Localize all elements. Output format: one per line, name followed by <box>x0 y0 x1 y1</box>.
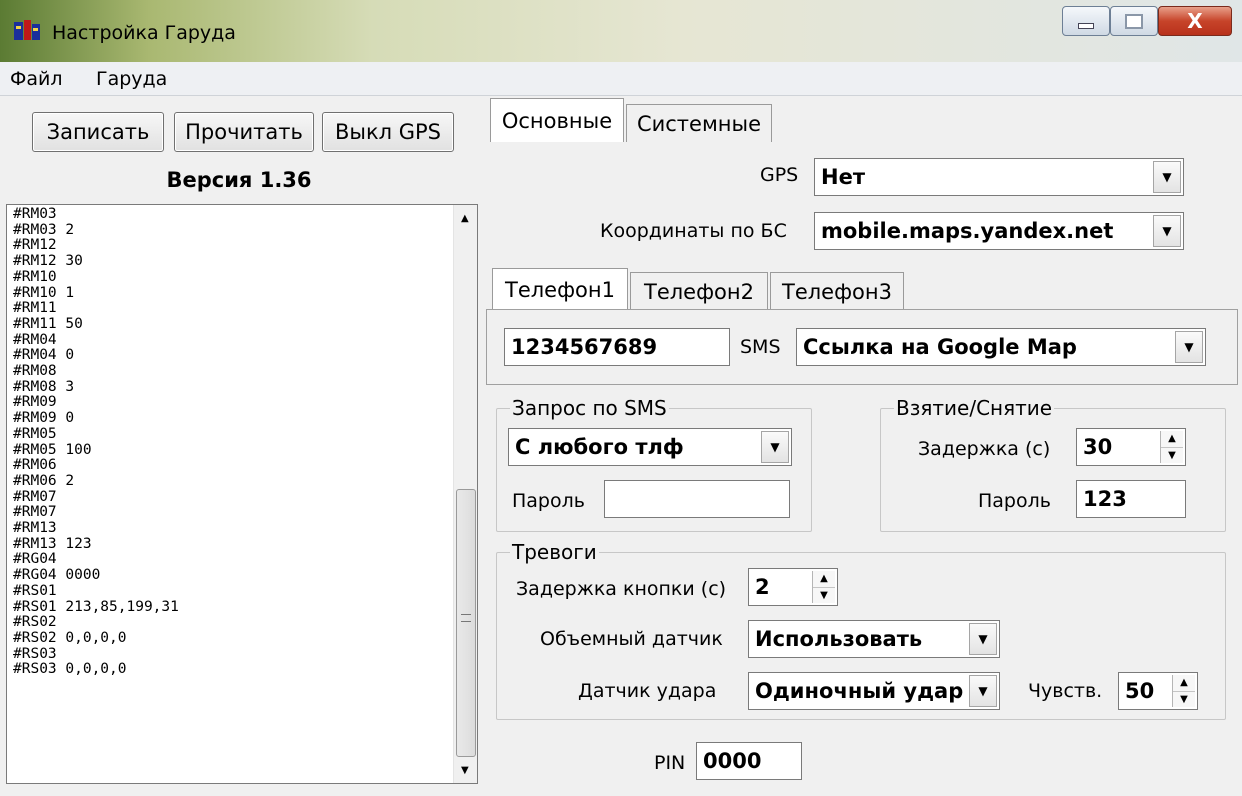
arm-delay-label: Задержка (с) <box>918 438 1051 460</box>
sms-value: Ссылка на Google Map <box>803 335 1077 359</box>
tab-main[interactable]: Основные <box>490 98 624 142</box>
arm-legend: Взятие/Снятие <box>894 396 1055 420</box>
alarms-legend: Тревоги <box>510 540 599 564</box>
tab-phone1[interactable]: Телефон1 <box>492 268 628 310</box>
phone-number-input[interactable]: 1234567689 <box>504 328 730 366</box>
scroll-up-icon[interactable]: ▲ <box>461 213 469 224</box>
sms-request-value: С любого тлф <box>515 435 684 459</box>
arm-password-label: Пароль <box>978 490 1051 512</box>
spinner-arrows[interactable]: ▲ ▼ <box>1160 431 1183 463</box>
chevron-down-icon[interactable]: ▼ <box>1153 215 1181 247</box>
chevron-down-icon[interactable]: ▼ <box>969 623 997 655</box>
sms-label: SMS <box>740 336 781 358</box>
tab-phone2[interactable]: Телефон2 <box>630 272 768 310</box>
gps-value: Нет <box>821 165 865 189</box>
chevron-down-icon[interactable]: ▼ <box>761 431 789 463</box>
sensitivity-spinner[interactable]: 50 ▲ ▼ <box>1118 672 1198 710</box>
shock-sensor-label: Датчик удара <box>578 680 717 702</box>
bs-coords-value: mobile.maps.yandex.net <box>821 219 1114 243</box>
close-icon: X <box>1187 9 1203 33</box>
close-button[interactable]: X <box>1158 6 1232 36</box>
window-title: Настройка Гаруда <box>52 22 236 44</box>
volume-sensor-label: Объемный датчик <box>540 628 723 650</box>
sms-password-input[interactable] <box>604 480 790 518</box>
spin-up-icon[interactable]: ▲ <box>1161 431 1183 448</box>
sensitivity-value: 50 <box>1125 679 1155 703</box>
shock-sensor-value: Одиночный удар <box>755 679 964 703</box>
chevron-down-icon[interactable]: ▼ <box>1153 161 1181 193</box>
write-button[interactable]: Записать <box>32 112 164 152</box>
arm-delay-spinner[interactable]: 30 ▲ ▼ <box>1076 428 1186 466</box>
spin-up-icon[interactable]: ▲ <box>813 571 835 588</box>
chevron-down-icon[interactable]: ▼ <box>969 675 997 707</box>
arm-delay-value: 30 <box>1083 435 1113 459</box>
sms-select[interactable]: Ссылка на Google Map ▼ <box>796 328 1206 366</box>
button-delay-spinner[interactable]: 2 ▲ ▼ <box>748 568 838 606</box>
gps-label: GPS <box>760 164 799 186</box>
read-button[interactable]: Прочитать <box>174 112 314 152</box>
button-delay-value: 2 <box>755 575 770 599</box>
app-icon <box>14 20 40 42</box>
spin-up-icon[interactable]: ▲ <box>1173 675 1195 692</box>
spinner-arrows[interactable]: ▲ ▼ <box>812 571 835 603</box>
tab-phone3[interactable]: Телефон3 <box>770 272 904 310</box>
menu-bar <box>0 62 1242 96</box>
scroll-thumb[interactable] <box>456 489 476 757</box>
bs-coords-select[interactable]: mobile.maps.yandex.net ▼ <box>814 212 1184 250</box>
maximize-button[interactable] <box>1110 6 1158 36</box>
sms-request-legend: Запрос по SMS <box>510 396 669 420</box>
pin-input[interactable]: 0000 <box>696 742 802 780</box>
scroll-down-icon[interactable]: ▼ <box>461 765 469 776</box>
maximize-icon <box>1125 13 1143 29</box>
sms-request-select[interactable]: С любого тлф ▼ <box>508 428 792 466</box>
version-label: Версия 1.36 <box>166 168 312 192</box>
menu-file[interactable]: Файл <box>10 68 63 90</box>
bs-coords-label: Координаты по БС <box>600 220 787 242</box>
grip-icon <box>461 614 471 622</box>
log-textarea[interactable]: #RM03 #RM03 2 #RM12 #RM12 30 #RM10 #RM10… <box>6 204 478 784</box>
arm-password-input[interactable]: 123 <box>1076 480 1186 518</box>
spin-down-icon[interactable]: ▼ <box>813 587 835 603</box>
sms-password-label: Пароль <box>512 490 585 512</box>
menu-garuda[interactable]: Гаруда <box>96 68 167 90</box>
spin-down-icon[interactable]: ▼ <box>1173 691 1195 707</box>
volume-sensor-value: Использовать <box>755 627 923 651</box>
minimize-button[interactable] <box>1062 6 1110 36</box>
minimize-icon <box>1078 23 1094 29</box>
sensitivity-label: Чувств. <box>1028 680 1103 702</box>
spinner-arrows[interactable]: ▲ ▼ <box>1172 675 1195 707</box>
spin-down-icon[interactable]: ▼ <box>1161 447 1183 463</box>
shock-sensor-select[interactable]: Одиночный удар ▼ <box>748 672 1000 710</box>
pin-label: PIN <box>654 752 686 774</box>
tab-system[interactable]: Системные <box>626 104 772 142</box>
gps-select[interactable]: Нет ▼ <box>814 158 1184 196</box>
button-delay-label: Задержка кнопки (с) <box>516 578 727 600</box>
log-scrollbar[interactable]: ▲ ▼ <box>453 205 477 783</box>
gps-off-button[interactable]: Выкл GPS <box>322 112 454 152</box>
log-content: #RM03 #RM03 2 #RM12 #RM12 30 #RM10 #RM10… <box>13 206 179 678</box>
chevron-down-icon[interactable]: ▼ <box>1175 331 1203 363</box>
volume-sensor-select[interactable]: Использовать ▼ <box>748 620 1000 658</box>
